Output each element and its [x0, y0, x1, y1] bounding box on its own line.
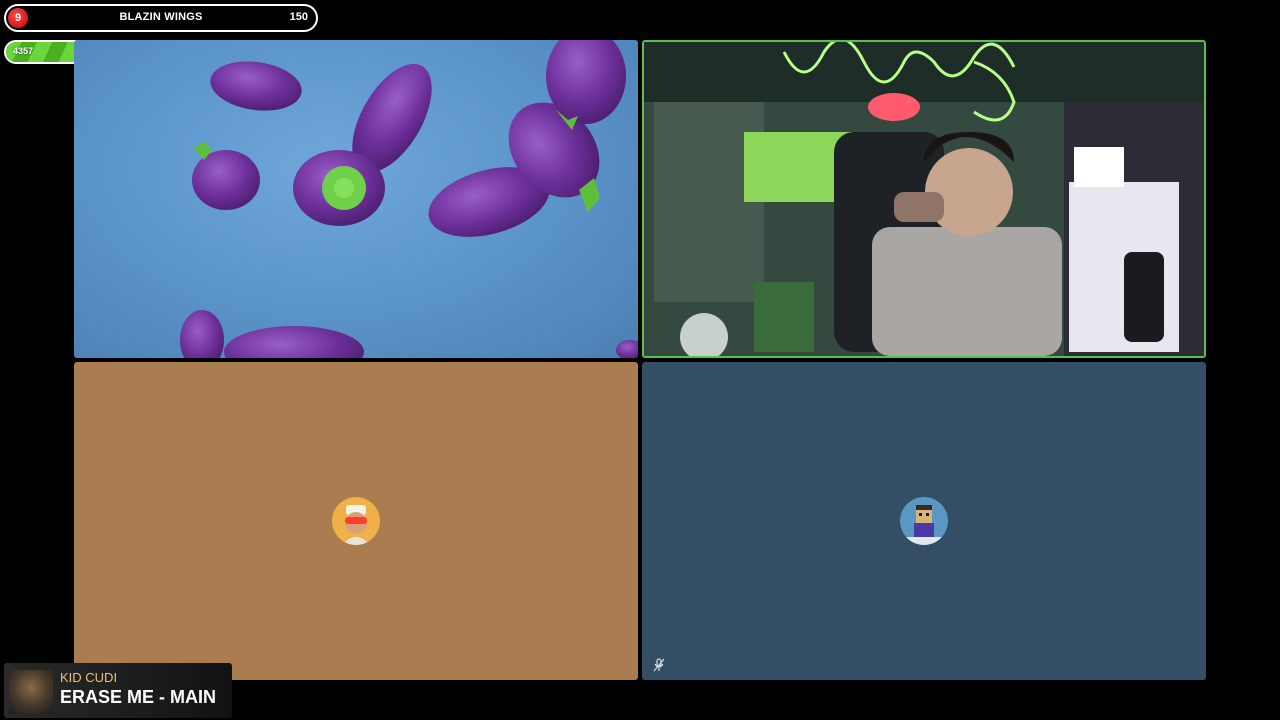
now-playing-widget: KID CUDI ERASE ME - MAIN [4, 663, 232, 718]
webcam-feed [644, 42, 1204, 356]
video-tile-participant-1[interactable] [74, 362, 638, 680]
goal-title: BLAZIN WINGS [119, 11, 203, 23]
video-tile-participant-2[interactable] [642, 362, 1206, 680]
now-playing-title: ERASE ME - MAIN [60, 687, 217, 707]
avatar-image [332, 497, 380, 545]
participant-avatar [900, 497, 948, 545]
video-tile-streamer-webcam[interactable] [642, 40, 1206, 358]
avatar-image [900, 497, 948, 545]
now-playing-artist: KID CUDI [60, 670, 118, 685]
album-art [9, 670, 53, 714]
participant-avatar [332, 497, 380, 545]
eggplant-illustration [180, 40, 638, 358]
video-tile-animation[interactable] [74, 40, 638, 358]
mic-muted-icon [653, 658, 665, 672]
goal-bar-blazin-wings: 9 BLAZIN WINGS 150 [4, 4, 318, 32]
goal-target: 150 [289, 11, 308, 23]
